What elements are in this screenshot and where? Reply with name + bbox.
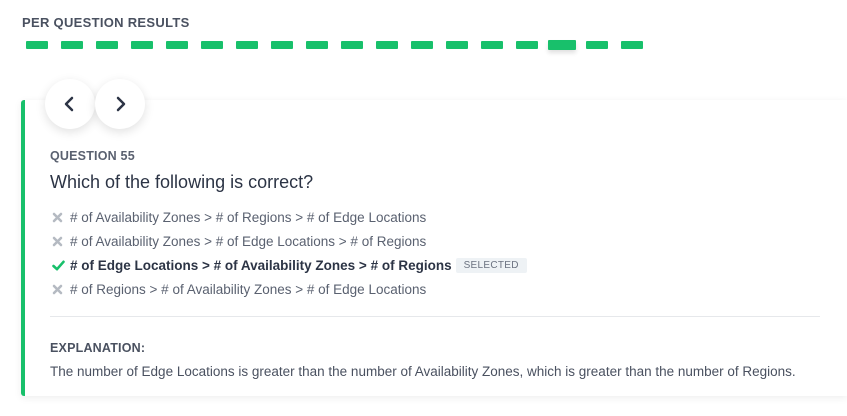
- question-progress-strip: [26, 40, 656, 54]
- progress-dash[interactable]: [131, 41, 153, 49]
- progress-dash[interactable]: [306, 41, 328, 49]
- answer-option: # of Availability Zones > # of Regions >…: [52, 205, 527, 229]
- question-number: QUESTION 55: [50, 149, 135, 163]
- answer-text: # of Regions > # of Availability Zones >…: [70, 281, 427, 297]
- x-icon: [52, 284, 70, 295]
- answer-option: # of Regions > # of Availability Zones >…: [52, 277, 527, 301]
- progress-dash[interactable]: [26, 41, 48, 49]
- check-icon: [52, 260, 70, 271]
- progress-dash[interactable]: [236, 41, 258, 49]
- x-icon: [52, 236, 70, 247]
- selected-badge: SELECTED: [455, 257, 527, 273]
- previous-question-button[interactable]: [45, 79, 95, 129]
- next-question-button[interactable]: [95, 79, 145, 129]
- progress-dash[interactable]: [341, 41, 363, 49]
- divider: [50, 316, 820, 317]
- explanation-text: The number of Edge Locations is greater …: [50, 364, 796, 379]
- progress-dash[interactable]: [61, 41, 83, 49]
- answer-text: # of Availability Zones > # of Edge Loca…: [70, 233, 427, 249]
- question-text: Which of the following is correct?: [50, 172, 314, 192]
- progress-dash[interactable]: [201, 41, 223, 49]
- progress-dash[interactable]: [376, 41, 398, 49]
- progress-dash-current[interactable]: [548, 40, 576, 50]
- answer-option: # of Availability Zones > # of Edge Loca…: [52, 229, 527, 253]
- progress-dash[interactable]: [446, 41, 468, 49]
- progress-dash[interactable]: [621, 41, 643, 49]
- progress-dash[interactable]: [586, 41, 608, 49]
- answer-text: # of Edge Locations > # of Availability …: [70, 257, 452, 273]
- answer-option-correct: # of Edge Locations > # of Availability …: [52, 253, 527, 277]
- progress-dash[interactable]: [481, 41, 503, 49]
- answer-text: # of Availability Zones > # of Regions >…: [70, 209, 427, 225]
- progress-dash[interactable]: [516, 41, 538, 49]
- progress-dash[interactable]: [411, 41, 433, 49]
- x-icon: [52, 212, 70, 223]
- progress-dash[interactable]: [166, 41, 188, 49]
- results-title: PER QUESTION RESULTS: [22, 15, 190, 30]
- explanation-label: EXPLANATION:: [50, 341, 146, 355]
- chevron-right-icon: [116, 96, 126, 112]
- progress-dash[interactable]: [271, 41, 293, 49]
- chevron-left-icon: [64, 96, 74, 112]
- progress-dash[interactable]: [96, 41, 118, 49]
- answer-list: # of Availability Zones > # of Regions >…: [52, 205, 527, 301]
